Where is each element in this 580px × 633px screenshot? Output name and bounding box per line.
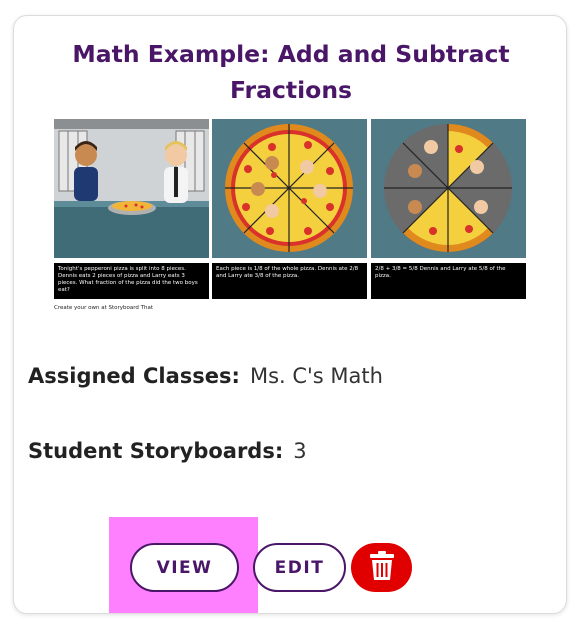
assigned-classes-label: Assigned Classes: — [28, 364, 240, 388]
storyboard-credit: Create your own at Storyboard That — [54, 305, 154, 311]
assigned-classes-value: Ms. C's Math — [249, 364, 383, 388]
storyboard-thumbnail[interactable]: Tonight's pepperoni pizza is split into … — [54, 119, 526, 329]
student-storyboards-value: 3 — [293, 439, 307, 463]
student-storyboards-row: Student Storyboards: 3 — [28, 439, 307, 463]
storyboard-caption-1: Tonight's pepperoni pizza is split into … — [54, 263, 209, 299]
assignment-card: Math Example: Add and Subtract Fractions — [13, 15, 567, 614]
card-title-line1: Math Example: Add and Subtract — [72, 40, 510, 68]
delete-button[interactable] — [351, 543, 412, 592]
student-storyboards-label: Student Storyboards: — [28, 439, 284, 463]
trash-icon — [369, 550, 395, 585]
edit-button[interactable]: EDIT — [253, 543, 346, 592]
storyboard-caption-2: Each piece is 1/8 of the whole pizza. De… — [212, 263, 367, 299]
card-title: Math Example: Add and Subtract Fractions — [14, 36, 568, 108]
assigned-classes-row: Assigned Classes: Ms. C's Math — [28, 364, 383, 388]
card-title-line2: Fractions — [229, 76, 353, 104]
storyboard-panel-1 — [54, 119, 209, 258]
storyboard-panel-2 — [212, 119, 367, 258]
storyboard-panel-3 — [371, 119, 526, 258]
view-button[interactable]: VIEW — [130, 543, 239, 592]
storyboard-caption-3: 2/8 + 3/8 = 5/8 Dennis and Larry ate 5/8… — [371, 263, 526, 299]
